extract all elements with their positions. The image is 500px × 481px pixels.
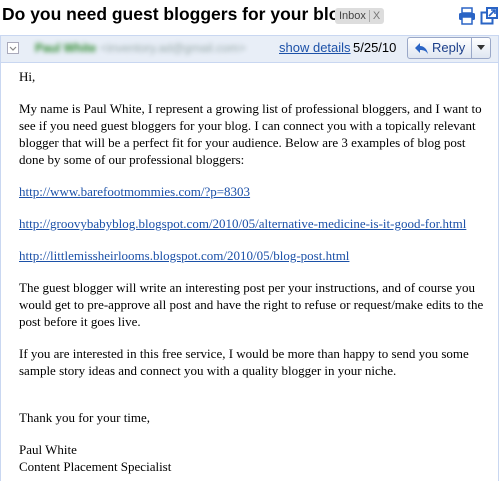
reply-button[interactable]: Reply <box>407 37 491 59</box>
sender-email: <inventory.ad@gmail.com> <box>100 41 246 55</box>
label-name: Inbox <box>339 10 366 22</box>
signature-title: Content Placement Specialist <box>19 459 172 474</box>
chevron-down-icon <box>477 45 485 50</box>
sender-name: Paul White <box>35 41 97 55</box>
inbox-label-chip[interactable]: Inbox X <box>335 8 385 24</box>
paragraph-free-service: If you are interested in this free servi… <box>19 346 469 378</box>
message-body: Hi, My name is Paul White, I represent a… <box>19 68 489 475</box>
reply-arrow-icon <box>415 43 428 54</box>
email-subject: Do you need guest bloggers for your blog… <box>2 4 366 24</box>
sender[interactable]: Paul White <inventory.ad@gmail.com> <box>35 41 246 55</box>
signature-name: Paul White <box>19 442 77 457</box>
message-header[interactable]: Paul White <inventory.ad@gmail.com> show … <box>1 36 498 63</box>
reply-label: Reply <box>432 40 466 55</box>
reply-dropdown[interactable] <box>471 38 490 58</box>
message-date: 5/25/10 <box>353 40 397 55</box>
link-barefootmommies[interactable]: http://www.barefootmommies.com/?p=8303 <box>19 184 250 199</box>
link-littlemissheirlooms[interactable]: http://littlemissheirlooms.blogspot.com/… <box>19 248 349 263</box>
collapse-icon[interactable] <box>7 42 19 54</box>
link-groovybabyblog[interactable]: http://groovybabyblog.blogspot.com/2010/… <box>19 216 466 231</box>
greeting: Hi, <box>19 69 36 84</box>
closing-line: Thank you for your time, <box>19 410 151 425</box>
subject-row: Do you need guest bloggers for your blog… <box>0 0 500 32</box>
show-details-link[interactable]: show details <box>279 40 351 55</box>
new-window-icon[interactable] <box>480 7 498 25</box>
remove-label-button[interactable]: X <box>368 10 381 22</box>
message-card: Paul White <inventory.ad@gmail.com> show … <box>0 35 499 481</box>
printer-icon[interactable] <box>458 7 476 25</box>
intro-paragraph: My name is Paul White, I represent a gro… <box>19 101 482 167</box>
paragraph-guest-blogger: The guest blogger will write an interest… <box>19 280 484 329</box>
